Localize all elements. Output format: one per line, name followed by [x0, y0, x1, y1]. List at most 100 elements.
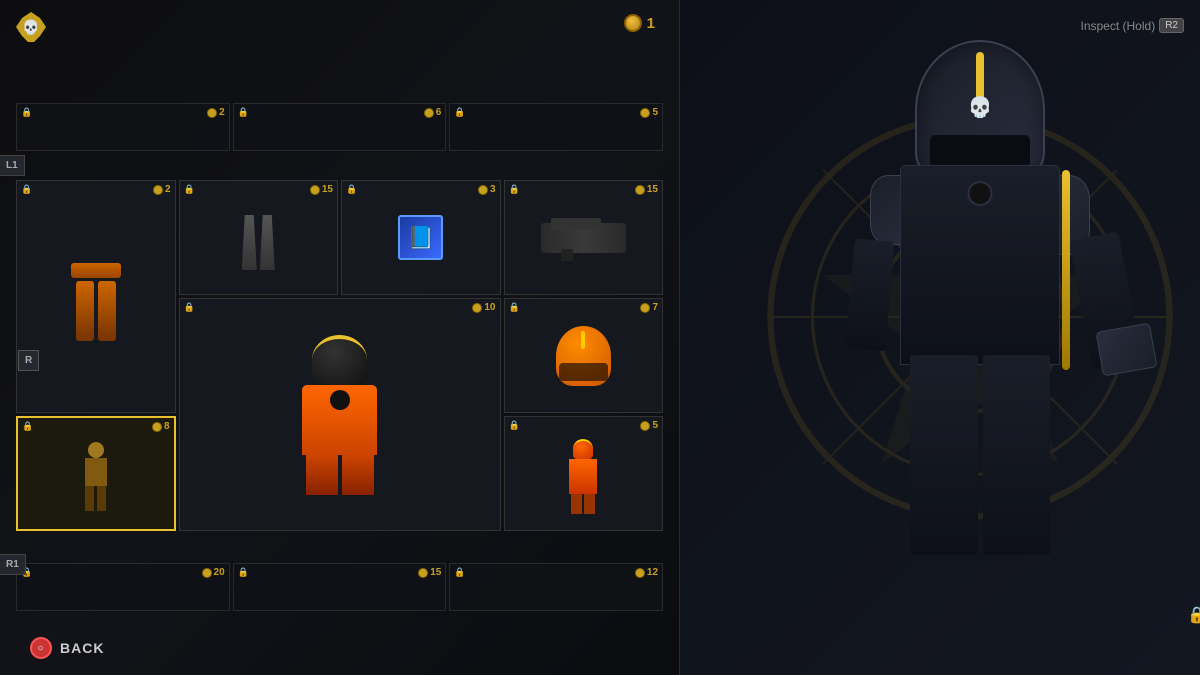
page2-cell-1[interactable]: 🔒 2 [16, 103, 230, 151]
page3-cell-suit-orange[interactable]: 🔒 10 [179, 298, 501, 531]
page2-cell-2[interactable]: 🔒 6 [233, 103, 447, 151]
inspect-key-badge: R2 [1159, 18, 1184, 33]
armor-legs-parts [76, 281, 116, 341]
cell-lock-icon: 🔒 [346, 184, 357, 195]
cell-lock-icon: 🔒 [22, 421, 33, 432]
small-helmet [573, 439, 593, 459]
cell-lock-icon: 🔒 [509, 420, 520, 431]
armor-top [71, 263, 121, 278]
medal-icon-tiny [635, 185, 645, 195]
armor-legs-art [71, 263, 121, 341]
cell-lock-icon: 🔒 [238, 107, 249, 118]
helmet-visor [559, 363, 609, 381]
cell-medal-15c: 15 [418, 567, 441, 578]
leg-l [242, 215, 257, 270]
medal-icon-med [624, 14, 642, 32]
character-helmet: 💀 [915, 40, 1045, 180]
chest-emblem [968, 181, 993, 206]
page4-cell-3[interactable]: 🔒 12 [449, 563, 663, 611]
left-leg [910, 355, 978, 555]
yellow-cable [1062, 170, 1070, 370]
medal-count: 1 [647, 15, 655, 32]
figure-right-leg [97, 486, 106, 511]
medal-icon-tiny [640, 108, 650, 118]
medal-icon-tiny [640, 303, 650, 313]
page4-cell-1[interactable]: 🔒 20 [16, 563, 230, 611]
cell-medal-15a: 15 [310, 184, 333, 195]
medal-icon-tiny [153, 185, 163, 195]
cell-medal: 6 [424, 107, 442, 118]
gun-sight [551, 218, 601, 230]
figure-legs-container [85, 486, 106, 511]
helmet-orange-art [556, 326, 611, 386]
page3-cell-helmet-orange[interactable]: 🔒 7 [504, 298, 664, 413]
chest-piece [330, 390, 350, 410]
page2-grid: 🔒 2 🔒 6 🔒 5 [16, 103, 663, 151]
cell-lock-icon: 🔒 [454, 107, 465, 118]
medal-icon-tiny [635, 568, 645, 578]
medal-icon-tiny [152, 422, 162, 432]
right-arm [1069, 232, 1141, 369]
emote-figure-art [85, 442, 107, 511]
page2-cell-3[interactable]: 🔒 5 [449, 103, 663, 151]
left-arm [845, 238, 894, 351]
cell-lock-icon: 🔒 [184, 184, 195, 195]
page3-cell-emote[interactable]: 🔒 8 [16, 416, 176, 531]
small-leg-l [571, 494, 582, 514]
medal-icon-tiny [202, 568, 212, 578]
arm-shield [1095, 323, 1157, 377]
page3-cell-armor-legs[interactable]: 🔒 2 [16, 180, 176, 413]
gun-art [541, 223, 626, 253]
character-figure: 💀 [820, 40, 1140, 580]
page3-cell-gun[interactable]: 🔒 15 [504, 180, 664, 295]
suit-leg-r [342, 455, 374, 495]
cell-lock-icon: 🔒 [21, 107, 32, 118]
cell-medal-2: 2 [153, 184, 171, 195]
character-display: 💀 [790, 20, 1170, 580]
suit-body-part [302, 385, 377, 455]
left-leg [76, 281, 94, 341]
cell-medal-7: 7 [640, 302, 658, 313]
right-leg [98, 281, 116, 341]
back-button[interactable]: ○ BACK [30, 637, 104, 659]
top-medal-counter: 1 [624, 14, 655, 32]
circle-button-icon: ○ [30, 637, 52, 659]
left-panel: 💀 HELLDIVERS MOBILIZE! 🔒 0 medal(s) spen… [0, 0, 680, 675]
cell-medal-20: 20 [202, 567, 225, 578]
page-locked-lock-icon: 🔒 [1187, 605, 1200, 625]
cell-medal: 5 [640, 107, 658, 118]
r-side-tab[interactable]: R [18, 350, 39, 371]
medal-icon-tiny [478, 185, 488, 195]
l1-tab[interactable]: L1 [0, 155, 25, 176]
cell-lock-icon: 🔒 [509, 184, 520, 195]
right-leg [983, 355, 1051, 555]
cell-medal-12: 12 [635, 567, 658, 578]
medal-icon-tiny [640, 421, 650, 431]
helmet-stripe [581, 331, 585, 349]
suit-orange-art [302, 335, 377, 495]
page3-cell-suit-small[interactable]: 🔒 5 [504, 416, 664, 531]
cell-medal-5: 5 [640, 420, 658, 431]
medal-icon-tiny [418, 568, 428, 578]
cell-lock-icon: 🔒 [238, 567, 249, 578]
cell-medal-3: 3 [478, 184, 496, 195]
page3-cell-legs[interactable]: 🔒 15 [179, 180, 339, 295]
r1-tab[interactable]: R1 [0, 554, 26, 575]
inspect-text-label: Inspect (Hold) [1081, 19, 1156, 33]
small-body [569, 459, 597, 494]
figure-torso [85, 458, 107, 486]
gun-grip [561, 249, 573, 261]
leg-r [260, 215, 275, 270]
figure-left-leg [85, 486, 94, 511]
medal-icon-tiny [424, 108, 434, 118]
page3-cell-book[interactable]: 🔒 3 📘 [341, 180, 501, 295]
medal-icon-tiny [472, 303, 482, 313]
cell-lock-icon: 🔒 [454, 567, 465, 578]
cell-medal-8: 8 [152, 421, 170, 432]
page4-cell-2[interactable]: 🔒 15 [233, 563, 447, 611]
back-label: BACK [60, 640, 104, 656]
character-legs [910, 355, 1050, 555]
medal-icon-tiny [207, 108, 217, 118]
suit-helmet-part [312, 335, 367, 385]
book-art: 📘 [398, 215, 443, 260]
